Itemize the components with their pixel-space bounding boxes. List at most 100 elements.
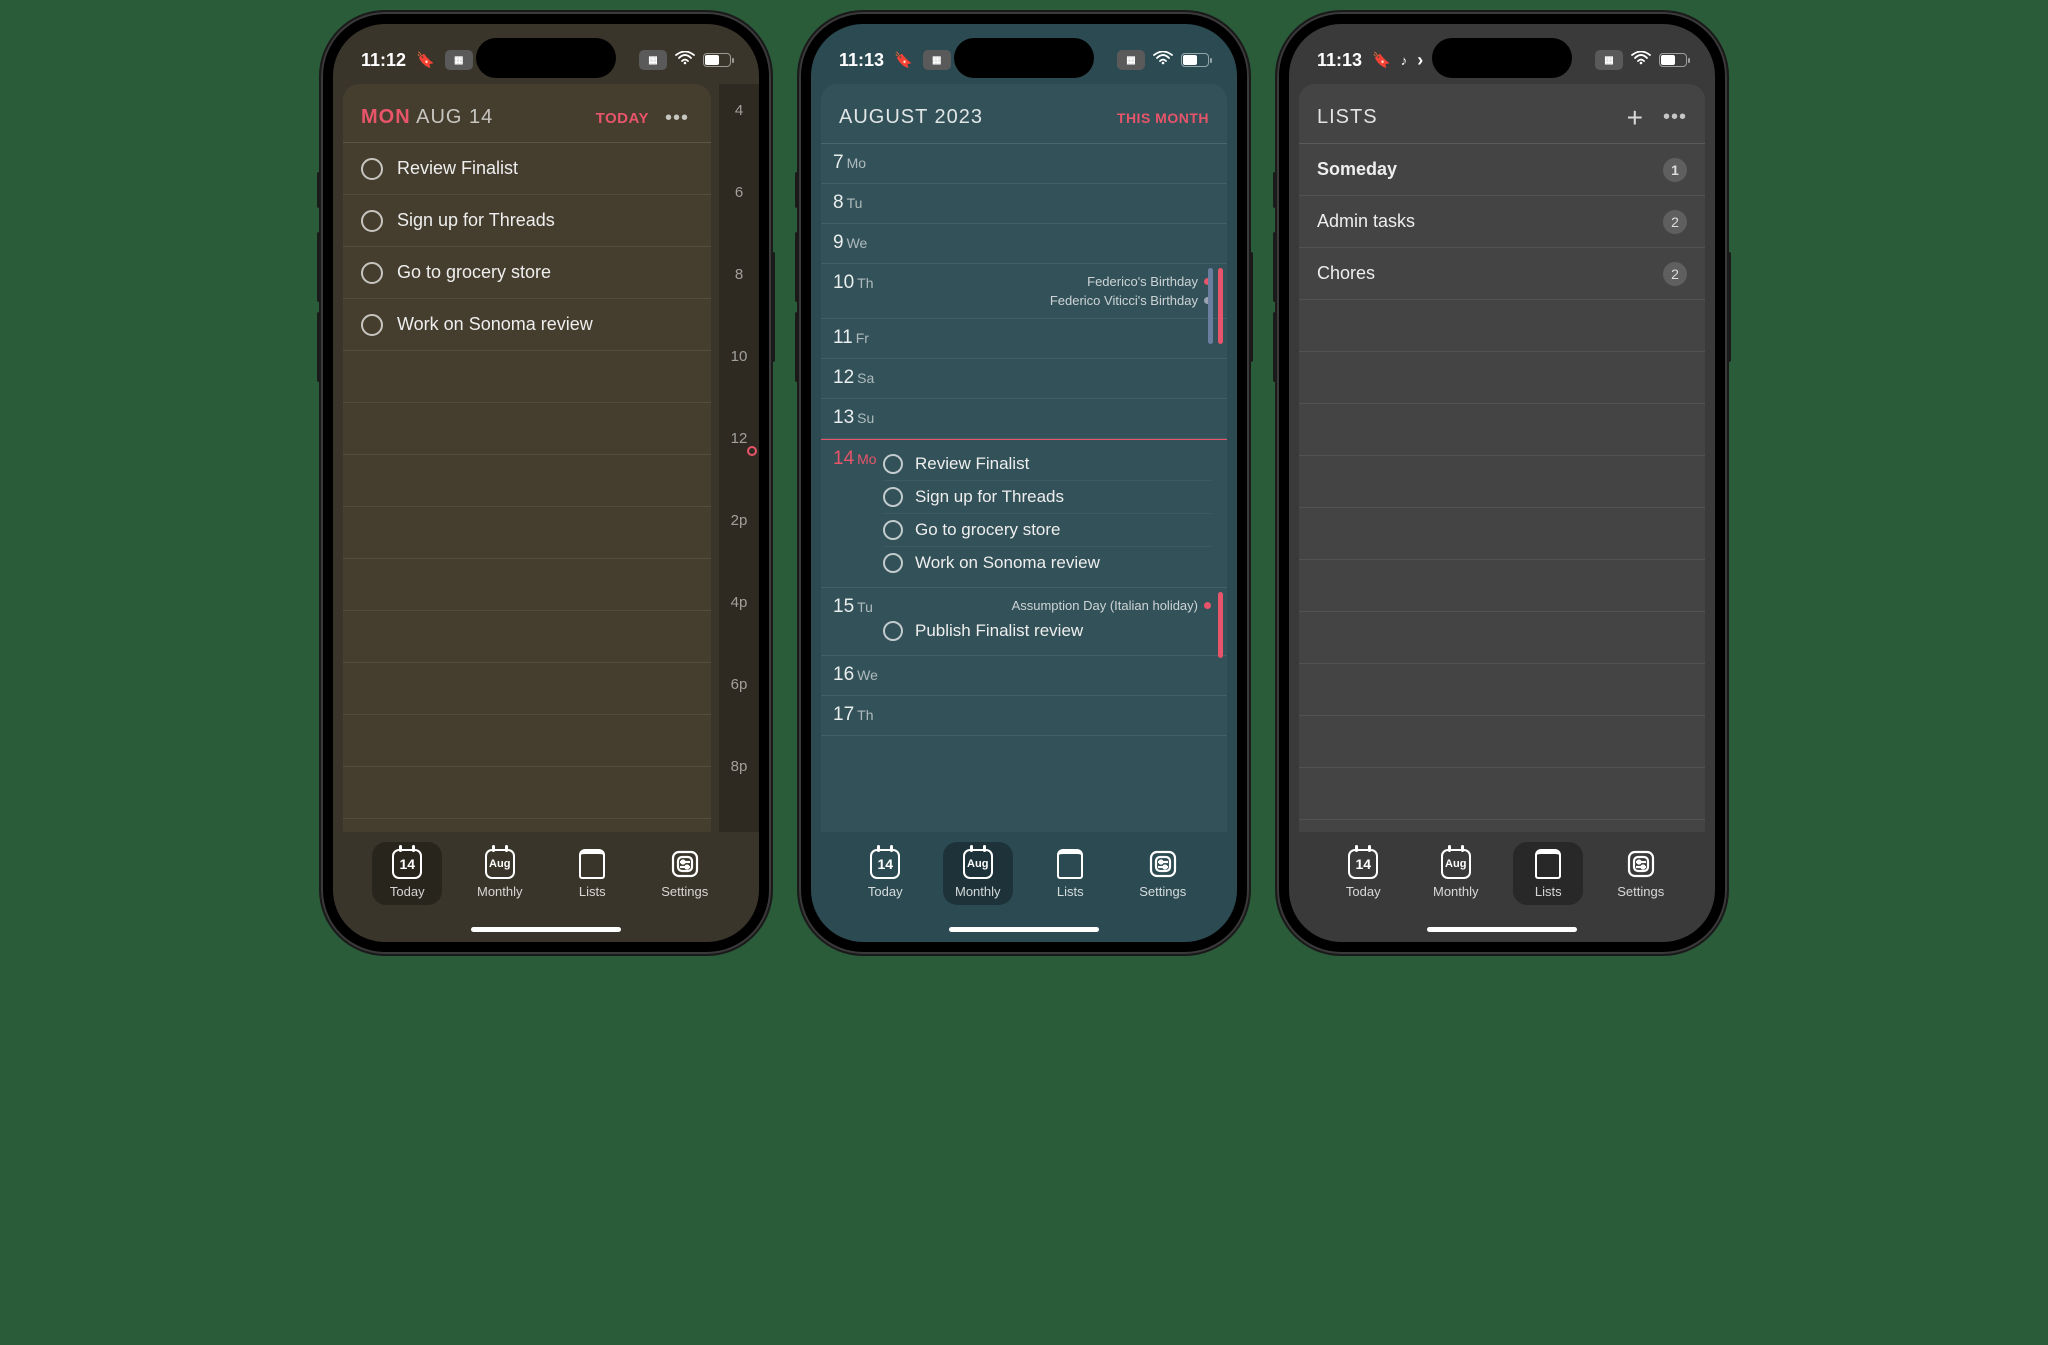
tab-today[interactable]: 14 Today [850, 842, 920, 905]
tab-lists[interactable]: Lists [1035, 842, 1105, 905]
day-name: Th [857, 707, 873, 723]
list-item[interactable]: Chores2 [1299, 248, 1705, 300]
checkbox-icon[interactable] [361, 314, 383, 336]
day-name: Fr [856, 330, 869, 346]
task-row[interactable]: Review Finalist [343, 143, 711, 195]
checkbox-icon[interactable] [883, 553, 903, 573]
this-month-label[interactable]: THIS MONTH [1117, 110, 1209, 126]
checkbox-icon[interactable] [361, 210, 383, 232]
month-day-row[interactable]: 12Sa [821, 359, 1227, 399]
checkbox-icon[interactable] [361, 262, 383, 284]
list-item[interactable]: Someday1 [1299, 144, 1705, 196]
empty-row[interactable] [343, 715, 711, 767]
tab-lists[interactable]: Lists [557, 842, 627, 905]
empty-row[interactable] [343, 507, 711, 559]
more-icon[interactable]: ••• [1663, 106, 1687, 129]
tab-today[interactable]: 14 Today [372, 842, 442, 905]
calendar-event[interactable]: Assumption Day (Italian holiday) [883, 596, 1211, 615]
month-day-row[interactable]: 8Tu [821, 184, 1227, 224]
tab-settings[interactable]: Settings [650, 842, 720, 905]
month-day-row[interactable]: 9We [821, 224, 1227, 264]
day-name: Sa [857, 370, 874, 386]
empty-row[interactable] [1299, 300, 1705, 352]
tab-settings[interactable]: Settings [1606, 842, 1676, 905]
task-row[interactable]: Publish Finalist review [883, 615, 1211, 647]
calendar-day-icon: 14 [1348, 849, 1378, 879]
month-day-row[interactable]: 15TuAssumption Day (Italian holiday)Publ… [821, 588, 1227, 656]
empty-row[interactable] [1299, 716, 1705, 768]
settings-icon [1147, 848, 1179, 880]
tab-monthly[interactable]: Aug Monthly [943, 842, 1013, 905]
home-indicator[interactable] [1427, 927, 1577, 932]
dynamic-island [476, 38, 616, 78]
event-bar [1218, 592, 1223, 658]
home-indicator[interactable] [949, 927, 1099, 932]
month-day-row[interactable]: 11Fr [821, 319, 1227, 359]
month-day-row[interactable]: 13Su [821, 399, 1227, 439]
more-icon[interactable]: ••• [661, 107, 693, 130]
empty-row[interactable] [1299, 560, 1705, 612]
month-day-row[interactable]: 17Th [821, 696, 1227, 736]
empty-row[interactable] [1299, 664, 1705, 716]
checkbox-icon[interactable] [883, 621, 903, 641]
tab-monthly[interactable]: Aug Monthly [1421, 842, 1491, 905]
home-indicator[interactable] [471, 927, 621, 932]
empty-row[interactable] [1299, 612, 1705, 664]
empty-row[interactable] [343, 403, 711, 455]
empty-row[interactable] [1299, 456, 1705, 508]
empty-row[interactable] [343, 611, 711, 663]
checkbox-icon[interactable] [883, 520, 903, 540]
task-row[interactable]: Sign up for Threads [343, 195, 711, 247]
status-time: 11:13 [839, 50, 884, 71]
tab-monthly[interactable]: Aug Monthly [465, 842, 535, 905]
settings-icon [669, 848, 701, 880]
timeline-strip[interactable]: 46810122p4p6p8p [719, 84, 759, 832]
month-day-row[interactable]: 10ThFederico's BirthdayFederico Viticci'… [821, 264, 1227, 319]
empty-row[interactable] [1299, 404, 1705, 456]
task-row[interactable]: Go to grocery store [883, 514, 1211, 547]
checkbox-icon[interactable] [883, 487, 903, 507]
lists-icon [1057, 849, 1083, 879]
empty-row[interactable] [1299, 768, 1705, 820]
day-number: 10 [833, 272, 854, 294]
task-label: Sign up for Threads [915, 487, 1064, 507]
empty-row[interactable] [1299, 508, 1705, 560]
wifi-icon [1631, 51, 1651, 70]
task-label: Publish Finalist review [915, 621, 1083, 641]
month-day-row[interactable]: 16We [821, 656, 1227, 696]
task-label: Review Finalist [397, 158, 518, 179]
task-row[interactable]: Sign up for Threads [883, 481, 1211, 514]
task-row[interactable]: Go to grocery store [343, 247, 711, 299]
empty-row[interactable] [343, 663, 711, 715]
empty-row[interactable] [343, 819, 711, 832]
task-row[interactable]: Work on Sonoma review [343, 299, 711, 351]
calendar-event[interactable]: Federico Viticci's Birthday [883, 291, 1211, 310]
task-row[interactable]: Review Finalist [883, 448, 1211, 481]
add-list-button[interactable]: + [1627, 108, 1643, 128]
count-badge: 2 [1663, 262, 1687, 286]
battery-icon [1659, 53, 1687, 67]
tab-settings[interactable]: Settings [1128, 842, 1198, 905]
month-day-row[interactable]: 14MoReview FinalistSign up for ThreadsGo… [821, 439, 1227, 588]
day-name: We [857, 667, 878, 683]
empty-row[interactable] [343, 559, 711, 611]
empty-row[interactable] [343, 767, 711, 819]
empty-row[interactable] [343, 351, 711, 403]
month-day-row[interactable]: 7Mo [821, 144, 1227, 184]
task-label: Go to grocery store [915, 520, 1061, 540]
today-label[interactable]: TODAY [596, 110, 649, 127]
task-label: Go to grocery store [397, 262, 551, 283]
calendar-event[interactable]: Federico's Birthday [883, 272, 1211, 291]
empty-row[interactable] [1299, 352, 1705, 404]
empty-row[interactable] [343, 455, 711, 507]
checkbox-icon[interactable] [883, 454, 903, 474]
list-item[interactable]: Admin tasks2 [1299, 196, 1705, 248]
timeline-tick: 2p [719, 512, 759, 529]
checkbox-icon[interactable] [361, 158, 383, 180]
tab-today[interactable]: 14 Today [1328, 842, 1398, 905]
task-label: Sign up for Threads [397, 210, 555, 231]
tab-lists[interactable]: Lists [1513, 842, 1583, 905]
task-row[interactable]: Work on Sonoma review [883, 547, 1211, 579]
calendar-day-icon: 14 [870, 849, 900, 879]
empty-row[interactable] [1299, 820, 1705, 832]
